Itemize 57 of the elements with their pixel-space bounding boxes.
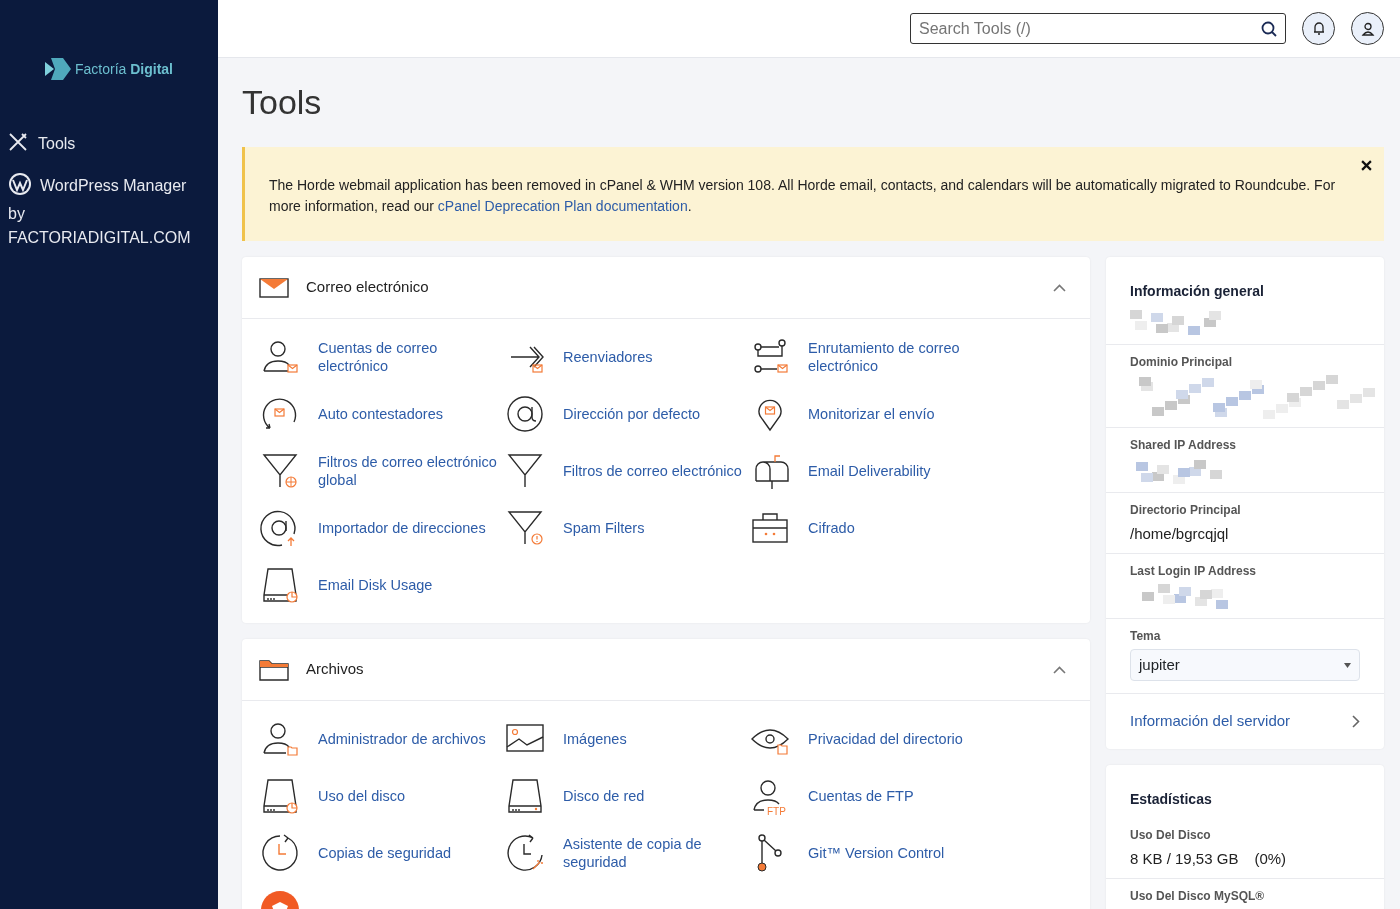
- close-icon: [1361, 160, 1372, 172]
- tool-link[interactable]: Spam Filters: [563, 518, 645, 537]
- tool-link[interactable]: Asistente de copia de seguridad: [563, 834, 748, 871]
- page-title: Tools: [242, 82, 323, 123]
- documentation-link[interactable]: cPanel Deprecation Plan documentation: [437, 197, 688, 214]
- tool-link[interactable]: Disco de red: [563, 786, 645, 805]
- tool-link[interactable]: Privacidad del directorio: [808, 729, 963, 748]
- tools-icon: [8, 132, 28, 152]
- tool-link[interactable]: Cuentas de correo electrónico: [318, 338, 503, 375]
- caret-icon: [1344, 662, 1351, 668]
- info-label: Last Login IP Address: [1130, 563, 1258, 581]
- tool-link[interactable]: Copias de seguridad: [318, 843, 451, 862]
- bell-icon: [1311, 21, 1326, 36]
- logo[interactable]: Factoría Digital: [0, 58, 218, 80]
- tool-link[interactable]: Filtros de correo electrónico: [563, 461, 742, 480]
- tool-link[interactable]: Dirección por defecto: [563, 404, 700, 423]
- notice-text: The Horde webmail application has been removed in cPanel & WHM version 108. All Horde email, contacts, and calendars will be automatically migrated to Roundcube. For more information, read our cPanel Deprecation Plan documentation.: [269, 175, 1337, 216]
- tool-link[interactable]: Imágenes: [563, 729, 627, 748]
- info-label: Tema: [1130, 628, 1162, 646]
- wordpress-icon: [8, 172, 32, 196]
- info-label: Shared IP Address: [1130, 436, 1238, 454]
- info-label: Directorio Principal: [1130, 501, 1242, 519]
- server-info-link[interactable]: Información del servidor: [1130, 702, 1360, 741]
- tool-link[interactable]: Git™ Version Control: [808, 843, 945, 862]
- stat-label: Uso Del Disco MySQL®: [1130, 888, 1266, 906]
- theme-select[interactable]: jupiter: [1130, 649, 1360, 682]
- tool-link[interactable]: Monitorizar el envío: [808, 404, 935, 423]
- chevron-right-icon: [1352, 715, 1360, 729]
- stat-percent: (0%): [1254, 848, 1287, 869]
- sidebar-nav-item[interactable]: WordPress Manager by FACTORIADIGITAL.COM: [0, 172, 218, 250]
- user-icon: [1360, 21, 1375, 36]
- info-label: Dominio Principal: [1130, 353, 1233, 371]
- tool-link[interactable]: Filtros de correo electrónico global: [318, 452, 503, 489]
- card-title: Información general: [1129, 281, 1265, 301]
- notifications-button[interactable]: [1302, 12, 1335, 45]
- tool-link[interactable]: Auto contestadores: [318, 404, 443, 423]
- chevron-icon: [1053, 666, 1066, 675]
- sidebar-nav-item[interactable]: Tools: [0, 132, 218, 156]
- tool-link[interactable]: Email Deliverability: [808, 461, 931, 480]
- tool-link[interactable]: Cifrado: [808, 518, 855, 537]
- stat-label: Uso Del Disco: [1130, 826, 1212, 844]
- tool-link[interactable]: Reenviadores: [563, 347, 653, 366]
- tool-link[interactable]: Enrutamiento de correo electrónico: [808, 338, 993, 375]
- search-icon: [1261, 21, 1277, 37]
- tool-link[interactable]: Importador de direcciones: [318, 518, 486, 537]
- stat-value: 8 KB / 19,53 GB: [1130, 848, 1239, 869]
- info-value: /home/bgrcqjql: [1130, 523, 1230, 544]
- chevron-icon: [1053, 284, 1066, 293]
- tool-link[interactable]: Email Disk Usage: [318, 575, 433, 594]
- tool-link[interactable]: Uso del disco: [318, 786, 406, 805]
- section-title: Correo electrónico: [306, 277, 430, 298]
- tool-link[interactable]: Administrador de archivos: [318, 729, 486, 748]
- section-title: Archivos: [306, 659, 365, 680]
- card-title: Estadísticas: [1129, 789, 1213, 809]
- user-menu-button[interactable]: [1351, 12, 1384, 45]
- search-field[interactable]: Search Tools (/): [910, 13, 1286, 44]
- tool-link[interactable]: Cuentas de FTP: [808, 786, 914, 805]
